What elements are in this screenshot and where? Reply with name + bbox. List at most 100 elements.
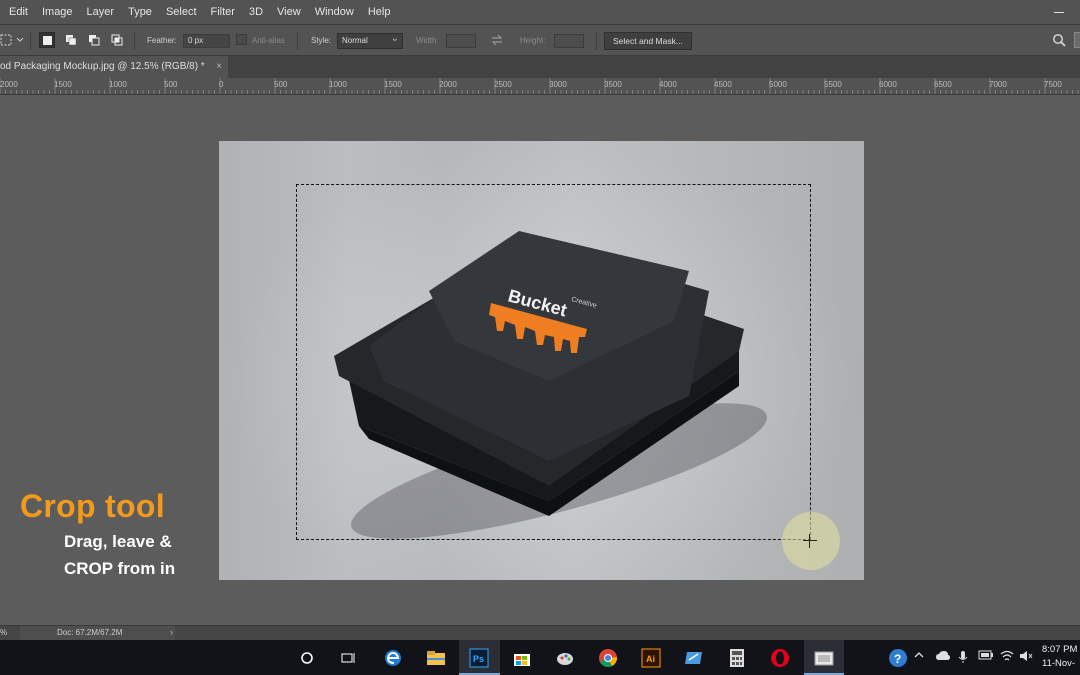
new-selection-icon[interactable]	[39, 32, 55, 48]
overlay-line-1: Drag, leave &	[64, 532, 172, 551]
ruler-label: 7000	[989, 80, 1007, 89]
ruler-label: 3500	[604, 80, 622, 89]
menu-bar: Edit Image Layer Type Select Filter 3D V…	[0, 0, 1080, 24]
document-tab-bar: od Packaging Mockup.jpg @ 12.5% (RGB/8) …	[0, 56, 1080, 78]
ruler-label: 5000	[769, 80, 787, 89]
menu-edit[interactable]: Edit	[0, 6, 35, 18]
wifi-icon[interactable]	[1000, 650, 1014, 665]
opera-icon[interactable]	[768, 646, 792, 670]
style-label: Style:	[311, 36, 332, 45]
ruler-label: 2000	[0, 80, 18, 89]
close-tab-icon[interactable]: ×	[216, 56, 222, 78]
chrome-icon[interactable]	[596, 646, 620, 670]
horizontal-ruler: 2000 1500 1000 500 0 500 1000 1500 2000 …	[0, 78, 1080, 95]
select-and-mask-button[interactable]: Select and Mask...	[604, 32, 692, 50]
status-menu-arrow-icon[interactable]: ›	[170, 627, 173, 637]
menu-view[interactable]: View	[270, 6, 308, 18]
document-tab[interactable]: od Packaging Mockup.jpg @ 12.5% (RGB/8) …	[0, 56, 228, 78]
divider	[596, 32, 597, 50]
photoshop-window: Edit Image Layer Type Select Filter 3D V…	[0, 0, 1080, 675]
file-explorer-icon[interactable]	[424, 646, 448, 670]
ruler-label: 1500	[384, 80, 402, 89]
document-tab-title: od Packaging Mockup.jpg @ 12.5% (RGB/8) …	[0, 61, 205, 72]
chevron-down-icon[interactable]	[12, 32, 28, 48]
speaker-muted-icon[interactable]	[1019, 650, 1033, 665]
overlay-line-2: CROP from in	[64, 559, 176, 578]
menu-type[interactable]: Type	[121, 6, 159, 18]
microphone-icon[interactable]	[958, 650, 968, 667]
ruler-label: 5500	[824, 80, 842, 89]
ruler-label: 6000	[879, 80, 897, 89]
menu-filter[interactable]: Filter	[204, 6, 242, 18]
feather-label: Feather:	[147, 36, 177, 45]
ruler-label: 500	[164, 80, 178, 89]
zoom-readout[interactable]: %	[0, 628, 18, 637]
selection-marquee[interactable]	[296, 184, 811, 540]
canvas-workspace[interactable]: Bucket Creative Crop tool Drag, leave & …	[0, 95, 1080, 625]
status-bar: % Doc: 67.2M/67.2M ›	[0, 625, 1080, 640]
overlay-title: Crop tool	[20, 488, 165, 524]
ruler-label: 2500	[494, 80, 512, 89]
divider	[297, 32, 298, 50]
menu-image[interactable]: Image	[35, 6, 80, 18]
crosshair-cursor-icon	[803, 534, 817, 548]
svg-text:?: ?	[894, 652, 901, 666]
subtract-selection-icon[interactable]	[86, 32, 102, 48]
store-icon[interactable]	[510, 646, 534, 670]
chevron-up-icon[interactable]	[914, 650, 924, 663]
tablet-app-icon[interactable]	[682, 646, 706, 670]
add-selection-icon[interactable]	[63, 32, 79, 48]
divider	[30, 32, 31, 50]
calculator-icon[interactable]	[725, 646, 749, 670]
cortana-icon[interactable]	[295, 646, 319, 670]
ruler-label: 6500	[934, 80, 952, 89]
ruler-label: 1500	[54, 80, 72, 89]
ruler-label: 4000	[659, 80, 677, 89]
clock-time: 8:07 PM	[1042, 644, 1078, 655]
style-dropdown[interactable]: Normal	[337, 32, 403, 49]
menu-select[interactable]: Select	[159, 6, 204, 18]
menu-layer[interactable]: Layer	[80, 6, 122, 18]
windows-taskbar: Ps Ai ? 8:07 PM 11-Nov-	[0, 640, 1080, 675]
options-bar: Feather: 0 px Anti-alias Style: Normal W…	[0, 24, 1080, 56]
anti-alias-label: Anti-alias	[252, 36, 285, 45]
ruler-label: 3000	[549, 80, 567, 89]
ruler-label: 500	[274, 80, 288, 89]
help-globe-icon[interactable]: ?	[888, 648, 908, 671]
ruler-label: 7500	[1044, 80, 1062, 89]
anti-alias-checkbox[interactable]	[236, 34, 247, 45]
ruler-ticks	[0, 78, 1079, 94]
swap-arrows-icon[interactable]	[489, 32, 505, 48]
photoshop-icon[interactable]: Ps	[467, 646, 491, 670]
ruler-label: 1000	[109, 80, 127, 89]
svg-text:Ps: Ps	[473, 654, 484, 664]
menu-help[interactable]: Help	[361, 6, 398, 18]
menu-3d[interactable]: 3D	[242, 6, 270, 18]
ruler-label: 4500	[714, 80, 732, 89]
intersect-selection-icon[interactable]	[109, 32, 125, 48]
minimize-button[interactable]	[1054, 5, 1066, 15]
clock-date: 11-Nov-	[1042, 658, 1076, 669]
edge-icon[interactable]	[381, 646, 405, 670]
system-clock[interactable]: 8:07 PM 11-Nov-	[1042, 643, 1077, 671]
width-input[interactable]	[446, 34, 476, 48]
menu-window[interactable]: Window	[308, 6, 361, 18]
illustrator-icon[interactable]: Ai	[639, 646, 663, 670]
doc-size-info[interactable]: Doc: 67.2M/67.2M	[20, 626, 175, 640]
screen-recorder-icon[interactable]	[812, 646, 836, 670]
height-label: Height:	[520, 36, 546, 45]
svg-text:Ai: Ai	[646, 654, 655, 664]
search-icon[interactable]	[1051, 32, 1067, 48]
paint-icon[interactable]	[553, 646, 577, 670]
task-view-icon[interactable]	[336, 646, 360, 670]
cloud-icon[interactable]	[935, 650, 951, 665]
feather-input[interactable]: 0 px	[183, 34, 230, 48]
ruler-label: 1000	[329, 80, 347, 89]
battery-icon[interactable]	[978, 650, 994, 663]
height-input[interactable]	[554, 34, 584, 48]
width-label: Width:	[416, 36, 439, 45]
ruler-label: 0	[219, 80, 224, 89]
workspace-switcher-icon[interactable]	[1074, 32, 1080, 48]
ruler-label: 2000	[439, 80, 457, 89]
divider	[134, 32, 135, 50]
